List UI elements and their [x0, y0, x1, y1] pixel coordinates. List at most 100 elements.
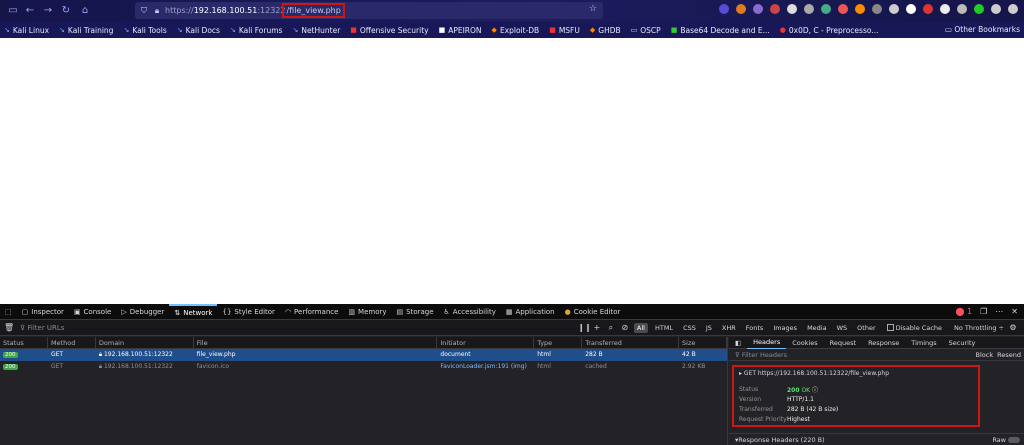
more-icon[interactable]: ⋯ — [995, 307, 1003, 316]
filter-images[interactable]: Images — [770, 323, 800, 333]
col-method[interactable]: Method — [48, 337, 96, 348]
bookmark-item[interactable]: ↘ Kali Docs — [177, 26, 220, 35]
filter-js[interactable]: JS — [703, 323, 715, 333]
toggle-switch[interactable] — [1008, 436, 1020, 443]
filter-media[interactable]: Media — [804, 323, 830, 333]
bookmark-item[interactable]: ↘ NetHunter — [292, 26, 340, 35]
filter-urls-input[interactable]: ⊽ Filter URLs — [20, 324, 64, 332]
col-transferred[interactable]: Transferred — [582, 337, 680, 348]
close-icon[interactable]: ✕ — [1011, 307, 1018, 316]
tab-request[interactable]: Request — [824, 337, 862, 349]
error-count-badge[interactable]: ⬤ 1 — [956, 307, 973, 316]
extension-icon[interactable] — [889, 4, 899, 14]
extension-icon[interactable] — [872, 4, 882, 14]
extension-icon[interactable] — [753, 4, 763, 14]
pocket-icon[interactable] — [719, 4, 729, 14]
bookmark-item[interactable]: ■ APEIRON — [439, 26, 482, 35]
bookmark-item[interactable]: ◆ GHDB — [590, 26, 621, 35]
tab-inspector[interactable]: ▢ Inspector — [17, 304, 69, 320]
bookmark-item[interactable]: ↘ Kali Training — [59, 26, 113, 35]
col-size[interactable]: Size — [679, 337, 727, 348]
tab-response[interactable]: Response — [862, 337, 905, 349]
sidebar-icon[interactable]: ▭ — [6, 4, 20, 18]
pick-element-icon[interactable]: ⬚ — [0, 304, 17, 320]
url-text[interactable]: https://192.168.100.51:12322/file_view.p… — [165, 3, 345, 18]
bookmark-star-icon[interactable]: ☆ — [589, 4, 597, 14]
tab-style-editor[interactable]: {} Style Editor — [217, 304, 279, 320]
col-status[interactable]: Status — [0, 337, 48, 348]
block-button[interactable]: Block — [976, 351, 994, 359]
tab-cookies[interactable]: Cookies — [786, 337, 823, 349]
tab-accessibility[interactable]: ♿︎ Accessibility — [439, 304, 501, 320]
col-domain[interactable]: Domain — [96, 337, 194, 348]
gear-icon[interactable]: ⚙ — [1008, 323, 1018, 332]
filter-css[interactable]: CSS — [680, 323, 699, 333]
resend-button[interactable]: Resend — [997, 351, 1021, 359]
tab-cookie-editor[interactable]: ● Cookie Editor — [560, 304, 626, 320]
filter-other[interactable]: Other — [854, 323, 878, 333]
extension-icon[interactable] — [838, 4, 848, 14]
initiator-cell[interactable]: FaviconLoader.jsm:191 (img) — [437, 361, 534, 373]
trash-icon[interactable]: 🗑︎ — [4, 323, 14, 332]
extension-icon[interactable] — [940, 4, 950, 14]
tab-network[interactable]: ⇅ Network — [169, 303, 218, 320]
filter-headers-input[interactable]: ⊽ Filter Headers — [735, 351, 787, 359]
tab-security[interactable]: Security — [943, 337, 982, 349]
tab-timings[interactable]: Timings — [905, 337, 942, 349]
col-file[interactable]: File — [194, 337, 438, 348]
filter-all[interactable]: All — [633, 322, 648, 333]
table-row[interactable]: 200 GET 🔒︎ 192.168.100.51:12322 file_vie… — [0, 349, 727, 361]
menu-icon[interactable] — [1008, 4, 1018, 14]
forward-icon[interactable]: → — [41, 4, 55, 18]
filter-html[interactable]: HTML — [652, 323, 676, 333]
tab-headers[interactable]: Headers — [747, 336, 787, 349]
throttling-select[interactable]: No Throttling ÷ — [954, 324, 1004, 332]
bookmark-item[interactable]: ↘ Kali Forums — [230, 26, 283, 35]
table-row[interactable]: 200 GET 🔒︎ 192.168.100.51:12322 favicon.… — [0, 361, 727, 373]
bookmark-item[interactable]: ■ Base64 Decode and E... — [671, 26, 770, 35]
raw-toggle[interactable]: Raw — [992, 436, 1024, 444]
filter-xhr[interactable]: XHR — [719, 323, 739, 333]
pause-icon[interactable]: ❙❙ — [578, 323, 591, 332]
extension-icon[interactable] — [804, 4, 814, 14]
bookmark-item[interactable]: ▭ OSCP — [631, 26, 661, 35]
address-bar[interactable]: ⛉ 🔒︎ https://192.168.100.51:12322/file_v… — [135, 2, 603, 19]
home-icon[interactable]: ⌂ — [78, 4, 92, 18]
extension-icon[interactable] — [736, 4, 746, 14]
tab-performance[interactable]: ◠ Performance — [280, 304, 343, 320]
bookmark-item[interactable]: ● 0x0D, C - Preprocesso... — [780, 26, 879, 35]
tab-memory[interactable]: ▥ Memory — [343, 304, 391, 320]
other-bookmarks[interactable]: ▭ Other Bookmarks — [945, 25, 1020, 34]
bookmark-item[interactable]: ■ MSFU — [549, 26, 580, 35]
bookmark-item[interactable]: ↘ Kali Tools — [123, 26, 166, 35]
request-line[interactable]: ▸ GET https://192.168.100.51:12322/file_… — [739, 370, 973, 377]
dock-icon[interactable]: ❐ — [980, 307, 987, 316]
bookmark-item[interactable]: ■ Offensive Security — [350, 26, 428, 35]
search-icon[interactable]: ⌕ — [606, 323, 616, 333]
block-icon[interactable]: ⊘ — [620, 323, 630, 332]
extension-icon[interactable] — [906, 4, 916, 14]
add-icon[interactable]: + — [592, 323, 602, 332]
shield-icon[interactable]: ⛉ — [139, 6, 149, 16]
extension-icon[interactable] — [957, 4, 967, 14]
play-icon[interactable] — [974, 4, 984, 14]
filter-fonts[interactable]: Fonts — [743, 323, 767, 333]
lock-icon[interactable]: 🔒︎ — [152, 6, 162, 16]
extension-icon[interactable] — [770, 4, 780, 14]
back-icon[interactable]: ← — [23, 4, 37, 18]
disable-cache-checkbox[interactable]: Disable Cache — [886, 324, 942, 332]
tab-debugger[interactable]: ▷ Debugger — [116, 304, 169, 320]
extension-icon[interactable] — [991, 4, 1001, 14]
extension-icon[interactable] — [923, 4, 933, 14]
col-type[interactable]: Type — [534, 337, 583, 348]
bookmark-item[interactable]: ↘ Kali Linux — [4, 26, 49, 35]
extension-icon[interactable] — [855, 4, 865, 14]
tab-console[interactable]: ▣ Console — [69, 304, 116, 320]
col-initiator[interactable]: Initiator — [437, 337, 535, 348]
response-headers-section[interactable]: ▾ Response Headers (220 B) Raw — [729, 433, 1024, 445]
tab-storage[interactable]: ▤ Storage — [392, 304, 439, 320]
tab-application[interactable]: ▦ Application — [501, 304, 560, 320]
extension-icon[interactable] — [821, 4, 831, 14]
filter-ws[interactable]: WS — [834, 323, 851, 333]
side-panel-icon[interactable]: ◧ — [729, 337, 747, 349]
